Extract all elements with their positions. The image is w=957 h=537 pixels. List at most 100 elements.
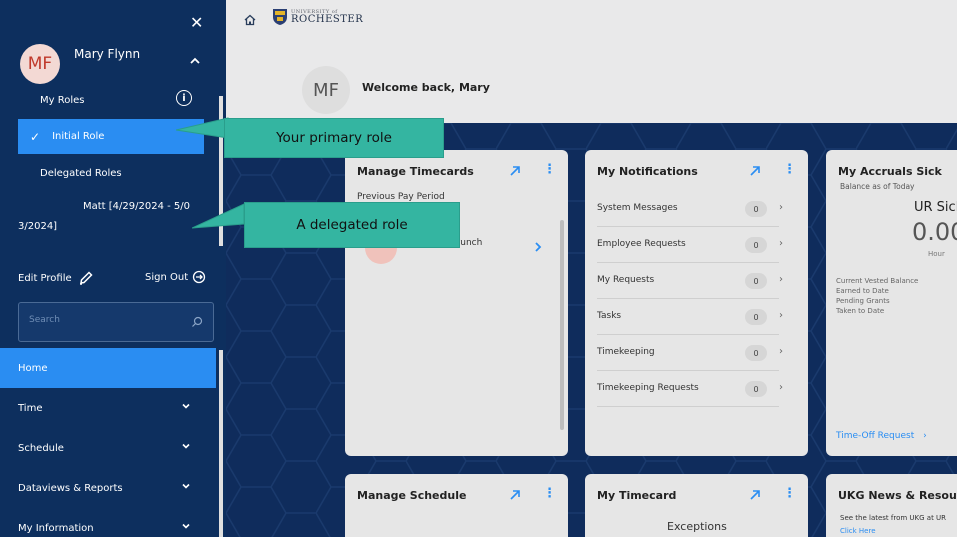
chevron-down-icon	[182, 403, 190, 409]
arrow-right-icon[interactable]	[749, 489, 761, 501]
search-icon[interactable]	[191, 316, 203, 328]
my-notifications-card: My Notifications ⋮ System Messages 0 › Emp…	[585, 150, 808, 456]
info-icon[interactable]: i	[176, 90, 192, 106]
notification-row[interactable]: Tasks 0 ›	[597, 299, 783, 335]
exceptions-label: Exceptions	[667, 520, 727, 533]
card-scrollbar[interactable]	[560, 220, 564, 430]
pay-period-selector[interactable]: Previous Pay Period	[357, 192, 445, 202]
notification-label: My Requests	[597, 275, 655, 285]
edit-profile-label: Edit Profile	[18, 272, 72, 284]
welcome-banner: MF Welcome back, Mary	[226, 48, 957, 123]
navigation-sidebar: ✕ MF Mary Flynn My Roles i ✓ Initial Rol…	[0, 0, 216, 537]
callout-pointer	[192, 203, 245, 229]
chevron-down-icon	[182, 483, 190, 489]
delegated-roles-label: Delegated Roles	[40, 168, 122, 179]
welcome-avatar: MF	[302, 66, 350, 114]
search-box	[18, 302, 214, 342]
delegated-role-item[interactable]: Matt [4/29/2024 - 5/0 3/2024]	[18, 197, 190, 237]
card-title: My Timecard	[597, 489, 677, 502]
card-title: UKG News & Resources	[838, 489, 957, 502]
time-off-request-label: Time-Off Request	[836, 431, 915, 441]
chevron-right-icon: ›	[779, 310, 783, 321]
chevron-right-icon[interactable]	[533, 241, 543, 253]
sidebar-scrollbar[interactable]	[216, 0, 226, 537]
delegated-role-line1: Matt [4/29/2024 - 5/0	[82, 201, 190, 212]
chevron-up-icon[interactable]	[190, 57, 200, 65]
chevron-right-icon: ›	[779, 346, 783, 357]
accrual-value: 0.00	[912, 218, 957, 246]
nav-item-dataviews[interactable]: Dataviews & Reports	[0, 468, 216, 508]
chevron-down-icon	[182, 523, 190, 529]
notification-row[interactable]: Timekeeping Requests 0 ›	[597, 371, 783, 407]
chevron-right-icon: ›	[923, 431, 927, 441]
shield-icon	[273, 9, 287, 25]
sign-out-link[interactable]: Sign Out	[145, 270, 206, 284]
home-icon[interactable]	[243, 13, 257, 27]
nav-schedule-label: Schedule	[18, 442, 64, 454]
avatar[interactable]: MF	[20, 44, 60, 84]
count-badge: 0	[745, 381, 767, 397]
notification-label: System Messages	[597, 203, 678, 213]
click-here-link[interactable]: Click Here	[840, 527, 876, 535]
chevron-down-icon	[182, 443, 190, 449]
notification-row[interactable]: My Requests 0 ›	[597, 263, 783, 299]
notification-row[interactable]: System Messages 0 ›	[597, 191, 783, 227]
sidebar-scroll-thumb[interactable]	[219, 350, 223, 537]
search-input[interactable]	[29, 315, 179, 325]
accrual-detail-line: Earned to Date	[836, 287, 889, 295]
edit-profile-link[interactable]: Edit Profile	[18, 270, 94, 286]
role-initial-label: Initial Role	[52, 131, 105, 142]
delegated-role-line2: 3/2024]	[18, 221, 58, 232]
notification-label: Timekeeping Requests	[597, 383, 699, 393]
nav-dataviews-label: Dataviews & Reports	[18, 482, 123, 494]
nav-my-information-label: My Information	[18, 522, 94, 534]
university-logo[interactable]: UNIVERSITY of ROCHESTER	[272, 8, 363, 26]
manage-timecards-card: Manage Timecards ⋮ Previous Pay Period P…	[345, 150, 568, 456]
my-roles-label: My Roles	[40, 95, 85, 106]
callout-primary-role: Your primary role	[224, 118, 444, 158]
notification-row[interactable]: Employee Requests 0 ›	[597, 227, 783, 263]
accrual-details: Current Vested Balance Earned to Date Pe…	[836, 276, 918, 316]
top-bar: UNIVERSITY of ROCHESTER	[226, 0, 957, 48]
nav-item-time[interactable]: Time	[0, 388, 216, 428]
count-badge: 0	[745, 345, 767, 361]
notification-row[interactable]: Timekeeping 0 ›	[597, 335, 783, 371]
arrow-right-icon[interactable]	[509, 489, 521, 501]
card-title: Manage Timecards	[357, 165, 474, 178]
more-options-icon[interactable]: ⋮	[543, 486, 556, 501]
ukg-news-card: UKG News & Resources See the latest from…	[826, 474, 957, 537]
my-accruals-card: My Accruals Sick Balance as of Today UR …	[826, 150, 957, 456]
checkmark-icon: ✓	[30, 129, 41, 144]
card-title: Manage Schedule	[357, 489, 467, 502]
close-icon[interactable]: ✕	[190, 13, 203, 32]
time-off-request-link[interactable]: Time-Off Request ›	[836, 431, 927, 441]
chevron-right-icon: ›	[779, 202, 783, 213]
nav-home-label: Home	[18, 362, 48, 374]
accrual-detail-line: Pending Grants	[836, 297, 890, 305]
accrual-detail-line: Current Vested Balance	[836, 277, 919, 285]
more-options-icon[interactable]: ⋮	[783, 162, 796, 177]
nav-item-home[interactable]: Home	[0, 348, 216, 388]
nav-item-schedule[interactable]: Schedule	[0, 428, 216, 468]
my-timecard-card: My Timecard ⋮ Exceptions	[585, 474, 808, 537]
count-badge: 0	[745, 273, 767, 289]
pencil-icon	[79, 271, 93, 285]
more-options-icon[interactable]: ⋮	[783, 486, 796, 501]
welcome-message: Welcome back, Mary	[362, 81, 490, 94]
more-options-icon[interactable]: ⋮	[543, 162, 556, 177]
callout-delegated-role: A delegated role	[244, 202, 460, 248]
notification-label: Tasks	[597, 311, 622, 321]
count-badge: 0	[745, 237, 767, 253]
manage-schedule-card: Manage Schedule ⋮	[345, 474, 568, 537]
balance-date-selector[interactable]: Balance as of Today	[840, 182, 915, 191]
notification-label: Employee Requests	[597, 239, 686, 249]
chevron-right-icon: ›	[779, 382, 783, 393]
nav-item-my-information[interactable]: My Information	[0, 508, 216, 537]
card-title: My Notifications	[597, 165, 698, 178]
count-badge: 0	[745, 201, 767, 217]
arrow-right-icon[interactable]	[749, 165, 761, 177]
arrow-right-icon[interactable]	[509, 165, 521, 177]
logo-large-text: ROCHESTER	[291, 13, 364, 25]
nav-time-label: Time	[18, 402, 43, 414]
user-name: Mary Flynn	[74, 47, 141, 61]
